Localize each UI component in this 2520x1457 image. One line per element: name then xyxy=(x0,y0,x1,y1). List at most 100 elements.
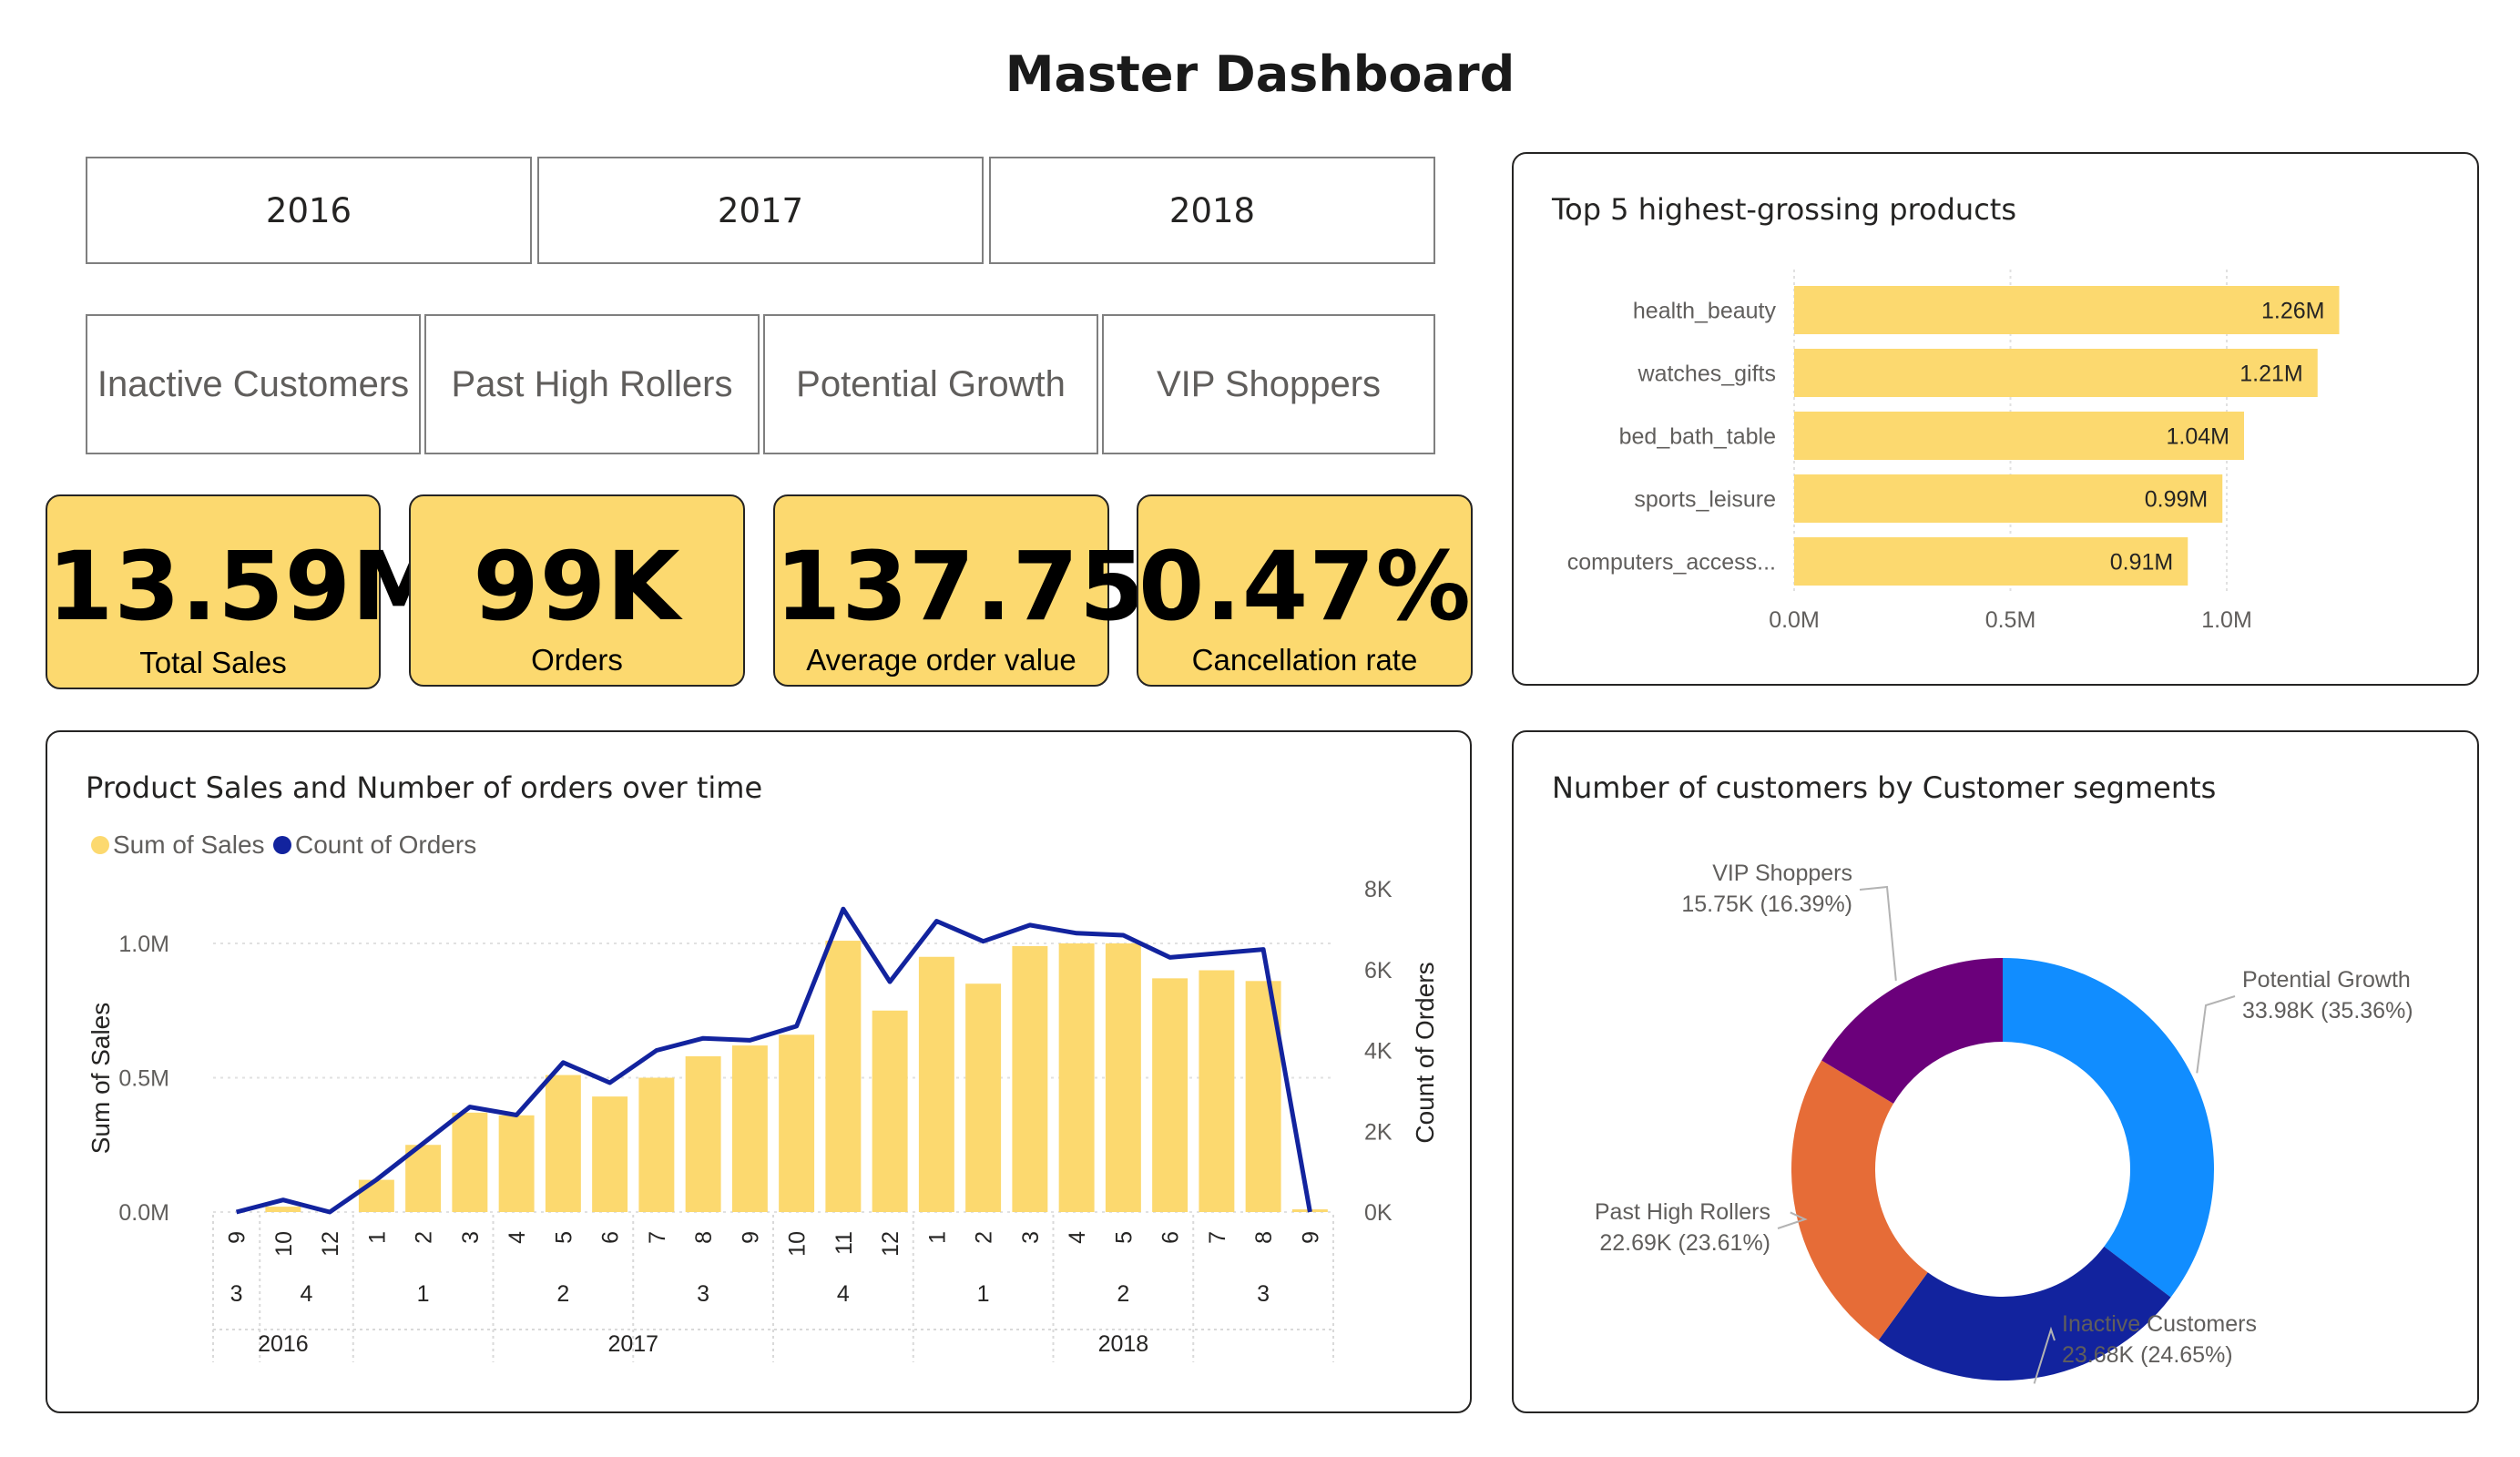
x-tick-label: 6 xyxy=(1158,1231,1184,1244)
legend-marker-sales xyxy=(91,836,109,854)
y-tick-label: 0.0M xyxy=(118,1200,169,1226)
slice-value-label: 23.68K (24.65%) xyxy=(2062,1342,2233,1368)
x-tick-label: 2 xyxy=(412,1231,437,1244)
x-tick-label: 9 xyxy=(1298,1231,1323,1244)
data-label: 1.04M xyxy=(2167,424,2229,450)
slice-name-label: Past High Rollers xyxy=(1595,1199,1770,1225)
x-tick-label: 1 xyxy=(364,1231,390,1244)
bar xyxy=(265,1207,301,1212)
x-tick-label: 7 xyxy=(1205,1231,1230,1244)
bar xyxy=(965,983,1002,1212)
x-tick-label: 5 xyxy=(1111,1231,1137,1244)
kpi-label: Average order value xyxy=(806,643,1076,677)
category-label: bed_bath_table xyxy=(1619,424,1776,450)
x-tick-label: 6 xyxy=(598,1231,624,1244)
legend-marker-orders xyxy=(273,836,291,854)
year-label: 2016 xyxy=(258,1331,309,1357)
sales-orders-chart: Sum of Sales Count of Orders 0.0M 0.5M 1.0M 0… xyxy=(87,830,1439,1362)
year-button-2017[interactable]: 2017 xyxy=(537,157,984,264)
slice-name-label: Potential Growth xyxy=(2242,967,2411,993)
quarter-label: 2 xyxy=(556,1281,569,1307)
bar xyxy=(872,1010,908,1212)
x-tick-label: 12 xyxy=(878,1231,903,1257)
x-tick-label: 1.0M xyxy=(2201,607,2252,633)
segment-button-potential-growth[interactable]: Potential Growth xyxy=(763,314,1098,454)
bar xyxy=(452,1112,488,1212)
year-button-2016[interactable]: 2016 xyxy=(86,157,532,264)
quarter-label: 3 xyxy=(230,1281,243,1307)
x-tick-label: 0.5M xyxy=(1985,607,2036,633)
y-tick-label: 1.0M xyxy=(118,932,169,957)
page-title: Master Dashboard xyxy=(1005,46,1515,103)
kpi-value: 137.75 xyxy=(775,531,1147,642)
x-tick-label: 10 xyxy=(271,1231,297,1257)
slice-name-label: Inactive Customers xyxy=(2062,1311,2257,1337)
y2-tick-label: 8K xyxy=(1364,877,1393,902)
bar xyxy=(1794,286,2340,334)
kpi-value: 0.47% xyxy=(1138,531,1472,642)
kpi-label: Total Sales xyxy=(139,646,287,679)
legend-label: Count of Orders xyxy=(295,830,476,859)
year-button-2018[interactable]: 2018 xyxy=(989,157,1435,264)
x-tick-label: 4 xyxy=(505,1231,530,1244)
bar xyxy=(1012,945,1048,1212)
year-label: 2018 xyxy=(1098,1331,1149,1357)
customer-segments-chart: Potential Growth 33.98K (35.36%) Inactive … xyxy=(1595,861,2413,1384)
quarter-label: 3 xyxy=(1257,1281,1270,1307)
quarter-label: 4 xyxy=(837,1281,850,1307)
x-tick-label: 2 xyxy=(972,1231,997,1244)
kpi-label: Orders xyxy=(531,643,623,677)
y-axis-title: Sum of Sales xyxy=(87,1003,115,1155)
customer-segments-panel: Number of customers by Customer segments… xyxy=(1512,730,2479,1413)
slice-value-label: 15.75K (16.39%) xyxy=(1681,892,1852,917)
bar xyxy=(1058,943,1095,1212)
y-tick-label: 0.5M xyxy=(118,1066,169,1092)
y2-tick-label: 0K xyxy=(1364,1200,1393,1226)
kpi-card-orders: 99K Orders xyxy=(409,494,745,687)
x-tick-label: 3 xyxy=(458,1231,484,1244)
category-label: computers_access... xyxy=(1567,550,1776,576)
kpi-card-cancellation-rate: 0.47% Cancellation rate xyxy=(1137,494,1473,687)
bar xyxy=(1152,978,1189,1212)
x-tick-label: 7 xyxy=(645,1231,670,1244)
donut-slice xyxy=(1791,1060,1928,1340)
slice-name-label: VIP Shoppers xyxy=(1712,861,1852,886)
data-label: 1.26M xyxy=(2261,299,2324,324)
y2-tick-label: 4K xyxy=(1364,1039,1393,1065)
top-products-panel: Top 5 highest-grossing products 0.0M 0.5M… xyxy=(1512,152,2479,686)
bar xyxy=(1199,970,1235,1212)
x-tick-label: 9 xyxy=(738,1231,763,1244)
x-tick-label: 12 xyxy=(318,1231,343,1257)
segment-button-vip-shoppers[interactable]: VIP Shoppers xyxy=(1102,314,1435,454)
kpi-card-total-sales: 13.59M Total Sales xyxy=(46,494,447,689)
segment-button-inactive-customers[interactable]: Inactive Customers xyxy=(86,314,421,454)
x-tick-label: 10 xyxy=(785,1231,811,1257)
kpi-value: 13.59M xyxy=(47,531,447,642)
bar xyxy=(825,941,862,1212)
quarter-label: 3 xyxy=(697,1281,709,1307)
leader-line xyxy=(2196,995,2236,1074)
data-label: 1.21M xyxy=(2239,362,2302,387)
category-label: health_beauty xyxy=(1633,299,1777,324)
segment-button-past-high-rollers[interactable]: Past High Rollers xyxy=(424,314,760,454)
bar xyxy=(685,1055,721,1212)
y2-tick-label: 6K xyxy=(1364,958,1393,983)
x-tick-label: 8 xyxy=(1251,1231,1277,1244)
category-label: sports_leisure xyxy=(1634,487,1776,513)
quarter-label: 2 xyxy=(1117,1281,1129,1307)
x-tick-label: 3 xyxy=(1018,1231,1044,1244)
x-tick-label: 1 xyxy=(924,1231,950,1244)
bar xyxy=(545,1075,581,1212)
x-tick-label: 0.0M xyxy=(1769,607,1820,633)
legend-label: Sum of Sales xyxy=(113,830,265,859)
quarter-label: 1 xyxy=(417,1281,430,1307)
category-label: watches_gifts xyxy=(1637,362,1776,387)
donut-slice xyxy=(2003,958,2214,1298)
leader-line xyxy=(1859,885,1897,981)
bar xyxy=(358,1179,394,1212)
bar xyxy=(918,956,954,1212)
bar xyxy=(731,1045,768,1212)
year-label: 2017 xyxy=(607,1331,658,1357)
kpi-value: 99K xyxy=(473,531,681,642)
bar xyxy=(1105,943,1141,1212)
